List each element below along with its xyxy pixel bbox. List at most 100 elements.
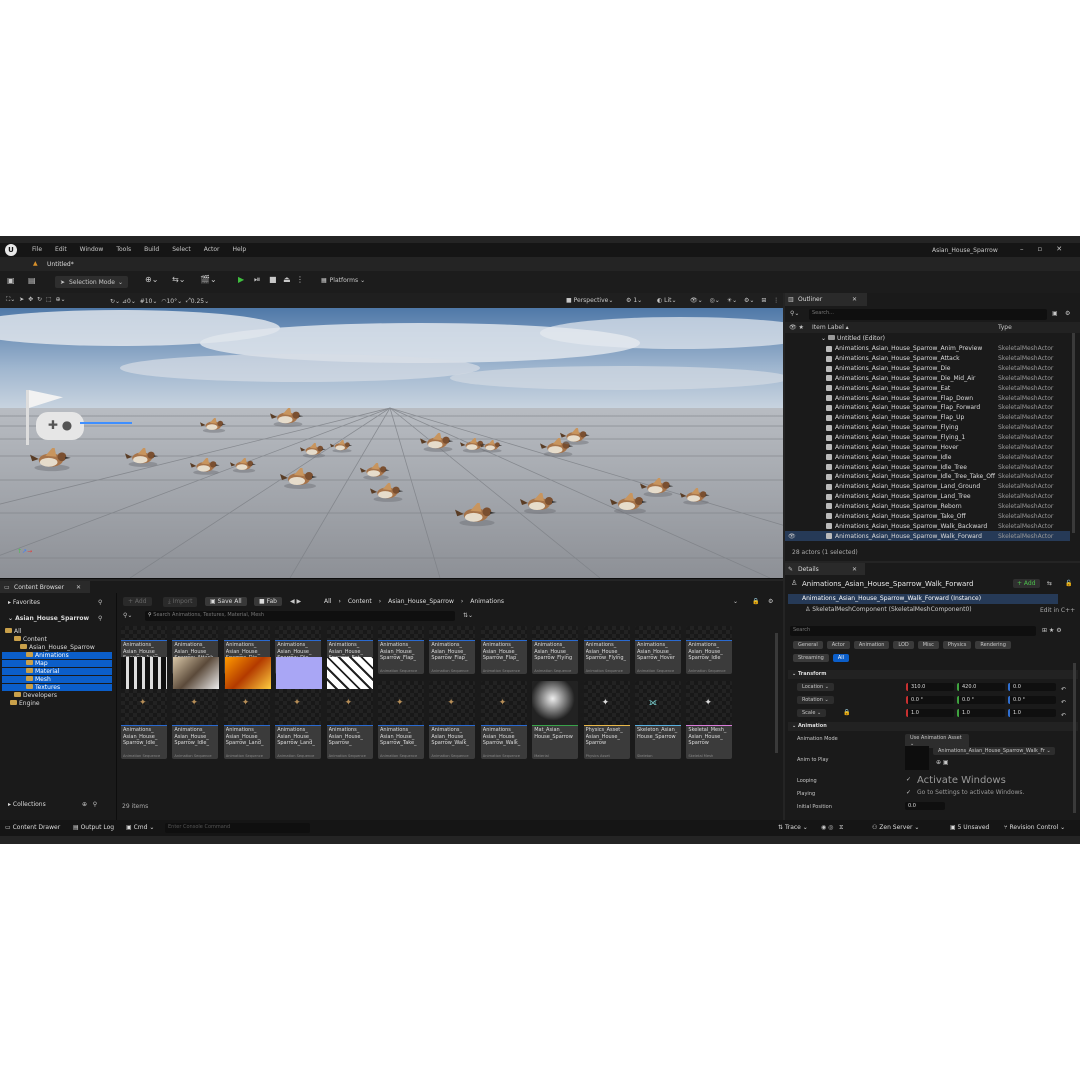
outliner-row[interactable]: Animations_Asian_House_Sparrow_Take_Off S… <box>785 511 1070 521</box>
asset-tile[interactable]: Animations_ Asian_House_ Sparrow_Flap_ An… <box>378 626 424 674</box>
outliner-row[interactable]: Animations_Asian_House_Sparrow_Flying Ske… <box>785 423 1070 433</box>
asset-tile[interactable]: Animations_ Asian_House_ Sparrow_Hover An… <box>635 626 681 674</box>
content-icon[interactable]: ▤ <box>28 276 36 285</box>
save-icon[interactable]: ▣ <box>7 276 15 285</box>
asset-tile[interactable]: Mat_Asian_ House_Sparrow Material <box>532 681 579 759</box>
grid-view-icon[interactable]: ⊞ ★ ⚙ <box>1042 627 1062 634</box>
details-tab-general[interactable]: General <box>793 641 823 649</box>
sparrow-actor[interactable] <box>680 486 712 506</box>
sparrow-actor[interactable] <box>560 426 592 446</box>
step-icon[interactable]: ⏯ <box>254 275 260 285</box>
scale-field-x[interactable]: 1.0 <box>906 709 954 717</box>
outliner-row[interactable]: Animations_Asian_House_Sparrow_Flying_1 S… <box>785 433 1070 443</box>
level-tab[interactable]: ▲ Untitled* <box>30 257 90 271</box>
location-dropdown[interactable]: Location ⌄ <box>797 683 834 691</box>
outliner-row[interactable]: Animations_Asian_House_Sparrow_Flap_Forw… <box>785 403 1070 413</box>
initial-position-field[interactable]: 0.0 <box>905 802 945 810</box>
asset-tile[interactable]: ✦ Animations_ Asian_House_ Sparrow_Idle_ A… <box>172 681 219 759</box>
outliner-row[interactable]: Animations_Asian_House_Sparrow_Die_Mid_A… <box>785 374 1070 384</box>
asset-tile[interactable]: ✦ Animations_ Asian_House_ Sparrow_Land_ A… <box>275 681 322 759</box>
sparrow-actor[interactable] <box>125 446 161 468</box>
outliner-row[interactable]: Animations_Asian_House_Sparrow_Idle_Tree… <box>785 472 1070 482</box>
location-field-y[interactable]: 420.0 <box>957 683 1005 691</box>
component-row[interactable]: ♙ SkeletalMeshComponent (SkeletalMeshCom… <box>805 606 972 613</box>
outliner-row[interactable]: Animations_Asian_House_Sparrow_Idle_Tree… <box>785 462 1070 472</box>
outliner-row[interactable]: Animations_Asian_House_Sparrow_Land_Grou… <box>785 482 1070 492</box>
outliner-row[interactable]: Animations_Asian_House_Sparrow_Land_Tree… <box>785 492 1070 502</box>
sparrow-actor[interactable] <box>200 416 228 433</box>
lit-button[interactable]: ◐ Lit ⌄ <box>657 297 677 304</box>
transform-tools[interactable]: ⛶⌄ ➤ ✥ ↻ ⬚ ⊕⌄ <box>6 296 66 304</box>
menu-item[interactable]: Select <box>172 246 191 253</box>
trace-button[interactable]: ⇅ Trace ⌄ <box>778 824 808 831</box>
asset-tile[interactable]: ✦ Animations_ Asian_House_ Sparrow_Walk_ A… <box>480 681 527 759</box>
sparrow-actor[interactable] <box>280 466 320 490</box>
outliner-row[interactable]: Animations_Asian_House_Sparrow_Reborn Ske… <box>785 502 1070 512</box>
stop-icon[interactable]: ■ <box>269 275 277 284</box>
menu-item[interactable]: Actor <box>204 246 220 253</box>
sparrow-actor[interactable] <box>360 461 392 481</box>
outliner-tab[interactable]: ▥ Outliner ✕ <box>785 293 867 306</box>
outliner-root[interactable]: ⌄ Untitled (Editor) <box>821 335 885 342</box>
add-folder-icon[interactable]: ▣ <box>1052 310 1058 317</box>
menu-item[interactable]: File <box>32 246 42 253</box>
add-component-button[interactable]: + Add <box>1013 579 1040 588</box>
blueprint-icon[interactable]: ⇆ <box>1047 580 1052 587</box>
outliner-row[interactable]: Animations_Asian_House_Sparrow_Anim_Prev… <box>785 344 1070 354</box>
unsaved-button[interactable]: ▣ 5 Unsaved <box>950 824 989 831</box>
level-viewport[interactable]: ✚ ● ↑↗→ <box>0 308 783 578</box>
record-icon[interactable]: ◉ ◎ ⧖ <box>821 824 843 832</box>
texture-thumb-2[interactable] <box>173 657 219 689</box>
menu-item[interactable]: Tools <box>116 246 131 253</box>
details-tab[interactable]: ✎ Details ✕ <box>785 563 865 575</box>
asset-tile[interactable]: ✦ Animations_ Asian_House_ Sparrow_Take_ A… <box>378 681 424 759</box>
asset-tile[interactable]: Animations_ Asian_House_ Sparrow_Flap_ An… <box>480 626 527 674</box>
outliner-row[interactable]: Animations_Asian_House_Sparrow_Hover Skel… <box>785 443 1070 453</box>
outliner-row[interactable]: Animations_Asian_House_Sparrow_Flap_Up Sk… <box>785 413 1070 423</box>
texture-thumb-5[interactable] <box>327 657 373 689</box>
asset-tile[interactable]: ✦ Animations_ Asian_House_ Sparrow_Walk_ A… <box>429 681 476 759</box>
details-tab-lod[interactable]: LOD <box>893 641 914 649</box>
sparrow-actor[interactable] <box>455 500 499 527</box>
sparrow-actor[interactable] <box>190 456 222 476</box>
scale-dropdown[interactable]: Scale ⌄ <box>797 709 827 717</box>
scale-field-z[interactable]: 1.0 <box>1008 709 1056 717</box>
play-icon[interactable]: ▶ <box>238 275 244 284</box>
sparrow-actor[interactable] <box>370 481 406 503</box>
output-log-button[interactable]: ▤ Output Log <box>73 824 114 831</box>
outliner-row[interactable]: Animations_Asian_House_Sparrow_Attack Ske… <box>785 354 1070 364</box>
menu-item[interactable]: Build <box>144 246 159 253</box>
sparrow-actor[interactable] <box>300 441 328 458</box>
outliner-search-input[interactable]: Search... <box>809 309 1047 320</box>
asset-tile[interactable]: ✦ Animations_ Asian_House_ Sparrow_ Animat… <box>326 681 373 759</box>
sparrow-actor[interactable] <box>420 431 456 453</box>
settings-icon[interactable]: ⚙ <box>1065 310 1070 317</box>
texture-thumb-4[interactable] <box>276 657 322 689</box>
asset-tile[interactable]: Animations_ Asian_House_ Sparrow_Flap_ An… <box>429 626 476 674</box>
rotation-field-x[interactable]: 0.0 ° <box>906 696 954 704</box>
zen-server-button[interactable]: ⚇ Zen Server ⌄ <box>872 824 919 831</box>
console-input[interactable]: Enter Console Command <box>165 823 310 833</box>
menu-item[interactable]: Window <box>80 246 104 253</box>
outliner-row[interactable]: Animations_Asian_House_Sparrow_Die Skelet… <box>785 364 1070 374</box>
sparrow-actor[interactable] <box>270 406 306 428</box>
more-options-icon[interactable]: ⋮ <box>296 275 304 284</box>
edit-cpp-link[interactable]: Edit in C++ <box>1040 607 1075 614</box>
location-field-z[interactable]: 0.0 <box>1008 683 1056 691</box>
asset-tile[interactable]: ⟗ Skeleton_Asian_ House_Sparrow Skeleton <box>635 681 681 759</box>
window-controls[interactable]: –▫✕ <box>1020 245 1076 253</box>
sparrow-actor[interactable] <box>30 445 74 472</box>
rotation-field-z[interactable]: 0.0 ° <box>1008 696 1056 704</box>
camera-speed-button[interactable]: ⚙ 1 ⌄ <box>626 297 642 304</box>
browse-asset-icon[interactable]: ⊕ ▣ <box>936 759 949 766</box>
menu-item[interactable]: Edit <box>55 246 67 253</box>
asset-tile[interactable]: ✦ Animations_ Asian_House_ Sparrow_Idle_ A… <box>121 681 167 759</box>
playing-checkbox[interactable]: ✓ <box>906 789 911 796</box>
actor-name-field[interactable]: Animations_Asian_House_Sparrow_Walk_Forw… <box>802 580 973 588</box>
details-tab-rendering[interactable]: Rendering <box>975 641 1011 649</box>
add-actor-icon[interactable]: ⊕⌄ <box>145 275 158 284</box>
details-search-input[interactable]: Search <box>790 626 1036 636</box>
animation-section[interactable]: ⌄ Animation <box>788 722 1078 731</box>
perspective-button[interactable]: ■ Perspective ⌄ <box>566 297 613 304</box>
outliner-row[interactable]: Animations_Asian_House_Sparrow_Eat Skelet… <box>785 383 1070 393</box>
